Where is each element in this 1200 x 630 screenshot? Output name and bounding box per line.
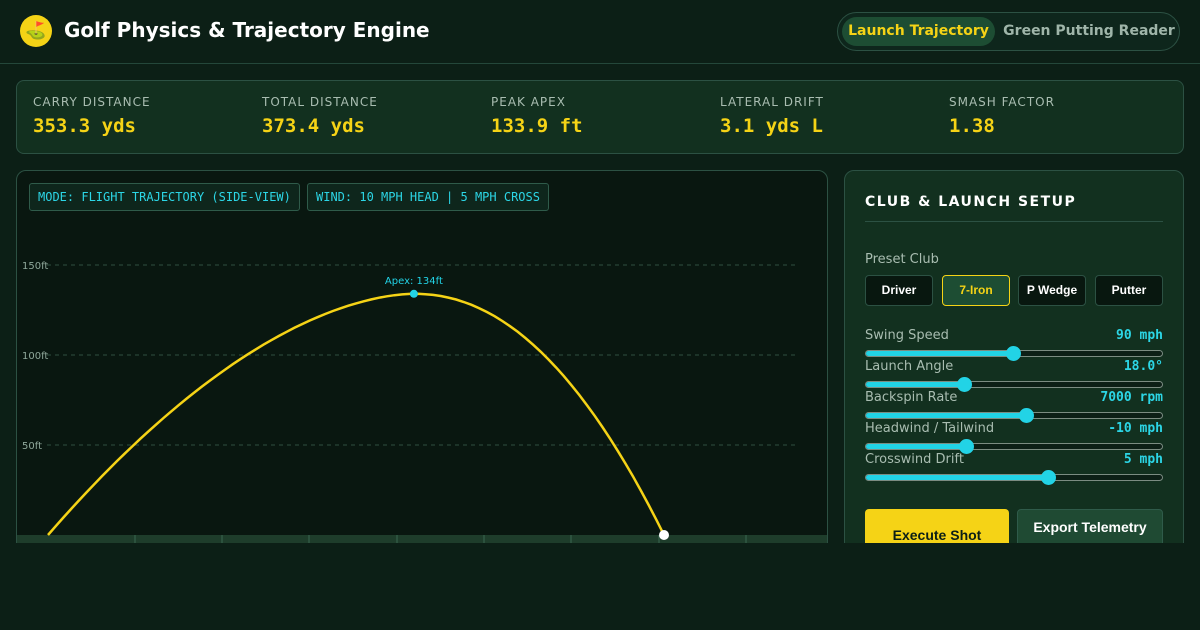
y-tick-label: 100ft [22,351,48,362]
wind-badge: WIND: 10 MPH HEAD | 5 MPH CROSS [307,183,549,211]
app-title: Golf Physics & Trajectory Engine [64,18,430,42]
stats-bar: CARRY DISTANCE 353.3 yds TOTAL DISTANCE … [16,80,1184,154]
stat-lateral-drift: LATERAL DRIFT 3.1 yds L [720,95,824,137]
stat-value: 1.38 [949,115,995,137]
slider-value: 18.0° [1123,359,1163,374]
stat-label: CARRY DISTANCE [33,95,151,109]
slider-thumb[interactable] [1040,470,1056,485]
slider-track[interactable] [865,377,1163,392]
slider-value: 7000 rpm [1100,390,1163,405]
stat-value: 3.1 yds L [720,115,823,137]
slider-swing-speed: Swing Speed 90 mph [865,328,1163,361]
apex-marker [409,289,418,298]
stat-value: 353.3 yds [33,115,136,137]
stat-total-distance: TOTAL DISTANCE 373.4 yds [262,95,378,137]
panel-title: CLUB & LAUNCH SETUP [865,194,1077,210]
slider-value: -10 mph [1108,421,1163,436]
y-tick-label: 50ft [22,441,42,452]
trajectory-line [47,292,666,536]
stat-label: LATERAL DRIFT [720,95,824,109]
slider-label: Backspin Rate [865,390,958,405]
stat-value: 133.9 ft [491,115,583,137]
tab-launch-trajectory[interactable]: Launch Trajectory [842,17,995,46]
app-header: ⛳ Golf Physics & Trajectory Engine Launc… [0,0,1200,64]
slider-track[interactable] [865,346,1163,361]
slider-label: Launch Angle [865,359,954,374]
slider-fill [866,444,967,449]
stat-label: PEAK APEX [491,95,566,109]
club-button-7-iron[interactable]: 7-Iron [942,275,1010,306]
trajectory-chart: 150ft 100ft 50ft Apex: 134ft [17,261,827,569]
club-launch-setup-panel: CLUB & LAUNCH SETUP Preset Club Driver 7… [844,170,1184,570]
stat-smash-factor: SMASH FACTOR 1.38 [949,95,1055,137]
stat-label: SMASH FACTOR [949,95,1055,109]
slider-value: 5 mph [1123,452,1163,467]
slider-crosswind-drift: Crosswind Drift 5 mph [865,452,1163,485]
stat-label: TOTAL DISTANCE [262,95,378,109]
stat-peak-apex: PEAK APEX 133.9 ft [491,95,583,137]
club-button-p-wedge[interactable]: P Wedge [1018,275,1086,306]
slider-label: Crosswind Drift [865,452,964,467]
mode-badge: MODE: FLIGHT TRAJECTORY (SIDE-VIEW) [29,183,300,211]
slider-launch-angle: Launch Angle 18.0° [865,359,1163,392]
golf-flag-icon: ⛳ [20,15,52,47]
divider [865,221,1163,222]
preset-club-label: Preset Club [865,252,939,267]
view-tabs: Launch Trajectory Green Putting Reader [837,12,1180,51]
slider-backspin-rate: Backspin Rate 7000 rpm [865,390,1163,423]
landing-ball [659,530,669,540]
trajectory-viewport: 150ft 100ft 50ft Apex: 134ft MODE: FLIGHT T… [16,170,828,570]
tab-green-putting-reader[interactable]: Green Putting Reader [1003,17,1175,46]
slider-label: Swing Speed [865,328,949,343]
slider-value: 90 mph [1116,328,1163,343]
slider-fill [866,475,1049,480]
stat-value: 373.4 yds [262,115,365,137]
slider-fill [866,351,1014,356]
page-background [0,543,1200,630]
stat-carry-distance: CARRY DISTANCE 353.3 yds [33,95,151,137]
slider-fill [866,413,1028,418]
club-button-driver[interactable]: Driver [865,275,933,306]
slider-headwind-tailwind: Headwind / Tailwind -10 mph [865,421,1163,454]
slider-track[interactable] [865,470,1163,485]
slider-fill [866,382,966,387]
slider-track[interactable] [865,439,1163,454]
y-tick-label: 150ft [22,261,48,272]
apex-label: Apex: 134ft [385,276,443,287]
slider-track[interactable] [865,408,1163,423]
club-button-putter[interactable]: Putter [1095,275,1163,306]
slider-label: Headwind / Tailwind [865,421,995,436]
